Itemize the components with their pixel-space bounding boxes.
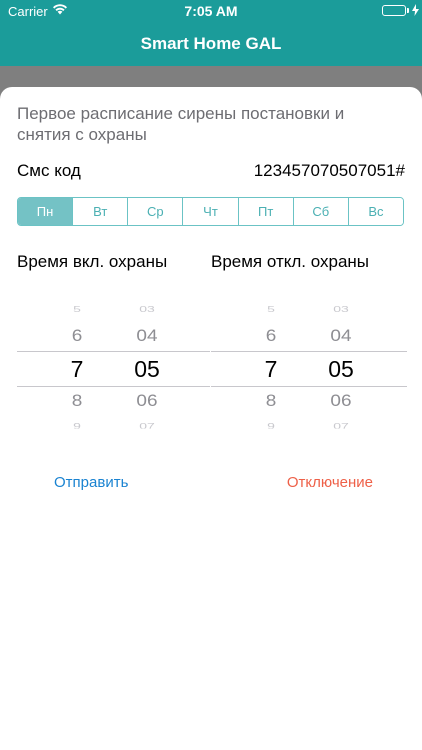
navigation-bar: Smart Home GAL xyxy=(0,22,422,66)
picker-item[interactable]: 6 xyxy=(241,328,301,347)
weekday-segmented-control: Пн Вт Ср Чт Пт Сб Вс xyxy=(17,197,404,226)
picker-item[interactable]: 07 xyxy=(311,421,371,428)
arm-minute-wheel[interactable]: 03 04 05 06 07 xyxy=(117,297,177,437)
status-time: 7:05 AM xyxy=(184,3,238,19)
arm-time-label: Время вкл. охраны xyxy=(17,252,168,271)
picker-item[interactable]: 9 xyxy=(241,421,301,428)
picker-item[interactable]: 8 xyxy=(47,393,107,412)
picker-item[interactable]: 06 xyxy=(117,393,177,412)
sheet-title: Первое расписание сирены постановки и сн… xyxy=(17,104,345,144)
day-segment-sat[interactable]: Сб xyxy=(292,198,348,225)
picker-item[interactable]: 07 xyxy=(117,421,177,428)
picker-item-selected[interactable]: 7 xyxy=(241,356,301,383)
disarm-time-label: Время откл. охраны xyxy=(211,252,370,271)
day-segment-fri[interactable]: Пт xyxy=(237,198,293,225)
disarm-time-picker[interactable]: 5 6 7 8 9 03 04 05 06 07 xyxy=(211,297,407,437)
day-segment-tue[interactable]: Вт xyxy=(72,198,128,225)
picker-item-selected[interactable]: 7 xyxy=(47,356,107,383)
charging-bolt-icon xyxy=(412,4,419,19)
sms-code-value: 123457070507051# xyxy=(253,161,405,180)
picker-item[interactable]: 03 xyxy=(311,304,371,314)
picker-item[interactable]: 06 xyxy=(311,393,371,412)
picker-item-selected[interactable]: 05 xyxy=(311,356,371,383)
battery-icon xyxy=(382,5,406,16)
disarm-minute-wheel[interactable]: 03 04 05 06 07 xyxy=(311,297,371,437)
nav-title: Smart Home GAL xyxy=(140,34,282,53)
picker-item[interactable]: 5 xyxy=(241,304,301,314)
arm-hour-wheel[interactable]: 5 6 7 8 9 xyxy=(47,297,107,437)
send-button[interactable]: Отправить xyxy=(54,474,128,491)
day-segment-thu[interactable]: Чт xyxy=(182,198,238,225)
day-segment-wed[interactable]: Ср xyxy=(127,198,183,225)
picker-item[interactable]: 04 xyxy=(117,328,177,347)
picker-item[interactable]: 9 xyxy=(47,421,107,428)
picker-selection-line xyxy=(17,386,210,387)
disarm-hour-wheel[interactable]: 5 6 7 8 9 xyxy=(241,297,301,437)
schedule-sheet: Первое расписание сирены постановки и сн… xyxy=(0,87,422,750)
day-segment-sun[interactable]: Вс xyxy=(347,198,403,225)
picker-selection-line xyxy=(17,351,210,352)
picker-item[interactable]: 6 xyxy=(47,328,107,347)
day-segment-mon[interactable]: Пн xyxy=(18,198,73,225)
status-bar: Carrier 7:05 AM xyxy=(0,0,422,22)
picker-item[interactable]: 8 xyxy=(241,393,301,412)
picker-item[interactable]: 5 xyxy=(47,304,107,314)
picker-item[interactable]: 04 xyxy=(311,328,371,347)
battery-tip xyxy=(407,8,409,13)
picker-item[interactable]: 03 xyxy=(117,304,177,314)
disable-button[interactable]: Отключение xyxy=(287,474,373,491)
picker-item-selected[interactable]: 05 xyxy=(117,356,177,383)
sms-code-label: Смс код xyxy=(17,161,81,180)
arm-time-picker[interactable]: 5 6 7 8 9 03 04 05 06 07 xyxy=(17,297,210,437)
